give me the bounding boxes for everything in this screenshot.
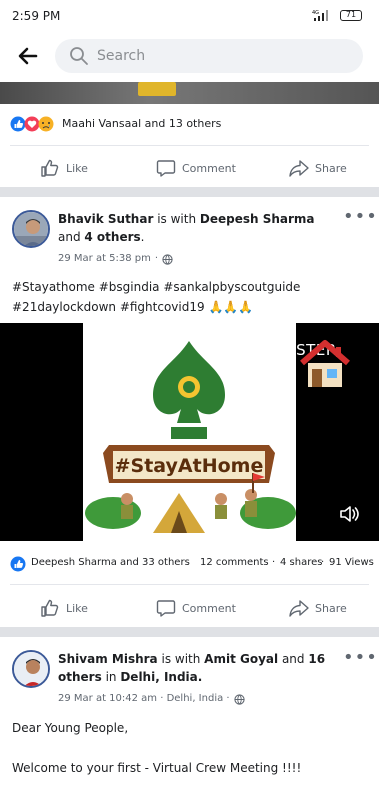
post1-action-bar: Like Comment Share: [0, 152, 379, 182]
author-name[interactable]: Bhavik Suthar: [58, 212, 153, 226]
with-text: is with: [157, 212, 197, 226]
post3-text: Dear Young People, Welcome to your first…: [12, 718, 372, 778]
reaction-icons: [10, 116, 54, 132]
post3-line1: Dear Young People,: [12, 721, 129, 735]
like-button[interactable]: Like: [40, 158, 88, 178]
more-options-icon[interactable]: •••: [343, 647, 378, 668]
pray-emoji: 🙏🙏🙏: [208, 300, 254, 314]
with-text: is with: [161, 652, 201, 666]
stats-views: 91 Views: [329, 557, 374, 568]
hashtags-line2[interactable]: #21daylockdown #fightcovid19: [12, 300, 205, 314]
share-button[interactable]: Share: [289, 158, 347, 178]
post2-text: #Stayathome #bsgindia #sankalpbyscoutgui…: [12, 277, 372, 317]
and-text: and: [281, 652, 305, 666]
stats-shares[interactable]: 4 shares: [280, 557, 322, 568]
author-name[interactable]: Shivam Mishra: [58, 652, 158, 666]
share-label: Share: [315, 161, 347, 175]
network-label: 4G: [312, 10, 319, 16]
search-placeholder: Search: [97, 48, 146, 64]
others-link[interactable]: 4 others: [84, 230, 140, 244]
post2-stats: Deepesh Sharma and 33 others 12 comments…: [10, 555, 375, 573]
more-options-icon[interactable]: •••: [343, 206, 378, 227]
battery-icon: 71: [340, 10, 362, 21]
post-separator: [0, 627, 379, 637]
divider: [10, 145, 369, 146]
avatar[interactable]: [12, 650, 50, 688]
comment-label: Comment: [182, 601, 236, 615]
like-label: Like: [66, 601, 88, 615]
comment-icon: [156, 600, 176, 617]
comment-icon: [156, 160, 176, 177]
post2-video[interactable]: #StayAtHome Made with KINEMASTER: [0, 323, 379, 541]
globe-icon: [162, 253, 173, 265]
like-label: Like: [66, 161, 88, 175]
like-icon: [41, 159, 59, 177]
avatar-photo: [14, 652, 48, 686]
banner-text: #StayAtHome: [115, 455, 264, 477]
stats-reactions[interactable]: Deepesh Sharma and 33 others: [31, 557, 190, 568]
top-bar: Search: [0, 32, 379, 82]
post-time[interactable]: 29 Mar at 5:38 pm: [58, 250, 151, 268]
and-text: and: [58, 230, 81, 244]
like-button[interactable]: Like: [40, 598, 88, 618]
like-icon: [41, 599, 59, 617]
comment-button[interactable]: Comment: [156, 158, 236, 178]
reactions-text: Maahi Vansaal and 13 others: [62, 117, 222, 130]
signal-icon: 4G: [312, 10, 328, 21]
divider: [10, 584, 369, 585]
stats-comments[interactable]: 12 comments: [200, 557, 269, 568]
share-button[interactable]: Share: [289, 598, 347, 618]
tagged-name[interactable]: Deepesh Sharma: [200, 212, 315, 226]
tagged-name[interactable]: Amit Goyal: [204, 652, 278, 666]
place-link[interactable]: Delhi, India.: [120, 670, 202, 684]
post2-action-bar: Like Comment Share: [0, 592, 379, 622]
share-label: Share: [315, 601, 347, 615]
globe-icon: [233, 693, 245, 705]
comment-button[interactable]: Comment: [156, 598, 236, 618]
volume-icon[interactable]: [338, 503, 360, 525]
comment-label: Comment: [182, 161, 236, 175]
search-input[interactable]: Search: [55, 39, 363, 73]
previous-post-image[interactable]: [0, 82, 379, 104]
share-icon: [289, 160, 309, 177]
avatar-photo: [14, 212, 48, 246]
like-reaction-icon: [10, 556, 26, 572]
hashtags-line1[interactable]: #Stayathome #bsgindia #sankalpbyscoutgui…: [12, 277, 372, 297]
post3-line2: Welcome to your first - Virtual Crew Mee…: [12, 761, 302, 775]
in-text: in: [105, 670, 117, 684]
image-highlight: [138, 82, 176, 96]
post-separator: [0, 187, 379, 197]
back-arrow-icon[interactable]: [14, 42, 42, 70]
post3-header: Shivam Mishra is with Amit Goyal and 16 …: [58, 650, 333, 708]
post-time[interactable]: 29 Mar at 10:42 am · Delhi, India ·: [58, 690, 230, 708]
avatar[interactable]: [12, 210, 50, 248]
status-bar: 2:59 PM 4G 71: [0, 0, 379, 32]
share-icon: [289, 600, 309, 617]
house-icon: [300, 340, 350, 387]
watermark-small: Made with: [235, 331, 282, 341]
status-time: 2:59 PM: [12, 9, 61, 23]
search-icon: [70, 47, 88, 65]
post2-header: Bhavik Suthar is with Deepesh Sharma and…: [58, 210, 328, 268]
